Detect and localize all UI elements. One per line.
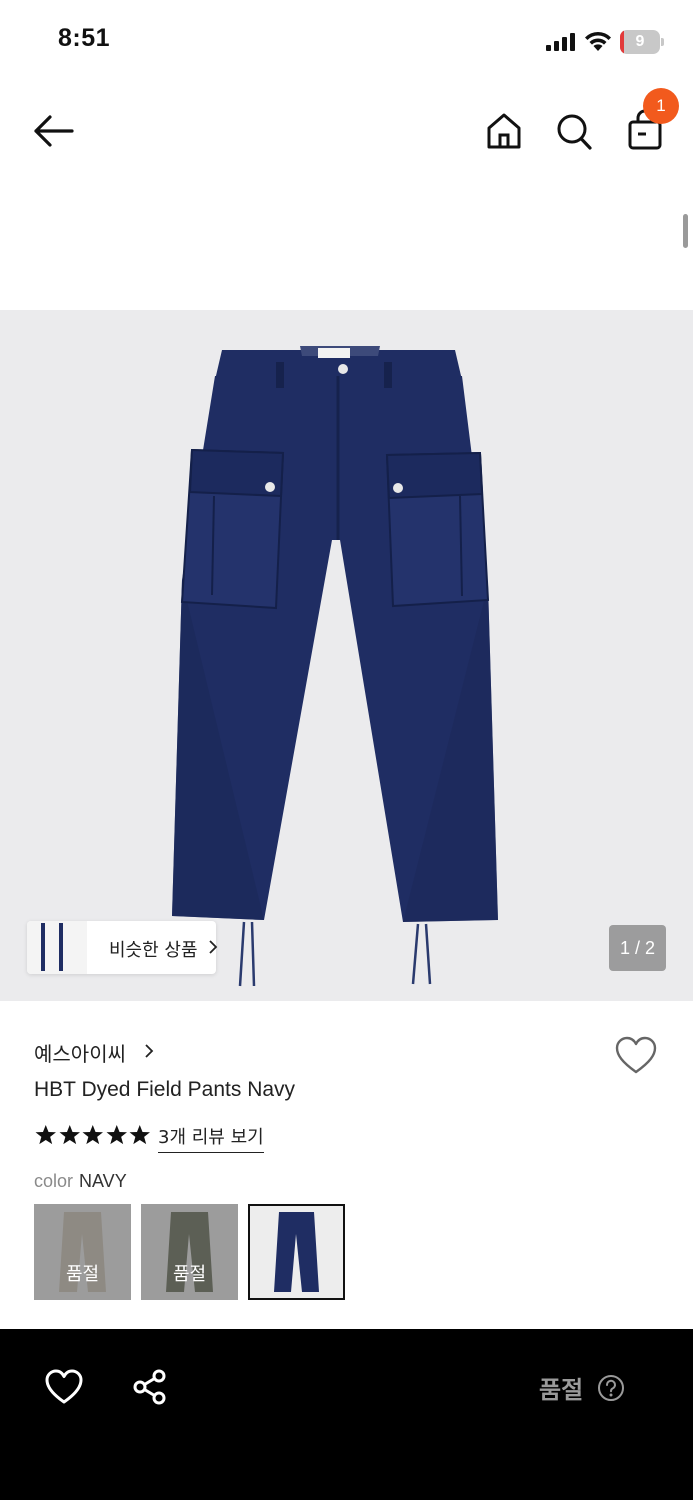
heart-icon[interactable]	[44, 1369, 84, 1405]
color-label: color	[34, 1171, 74, 1191]
color-swatch-navy[interactable]	[248, 1204, 345, 1300]
star-icon	[82, 1124, 103, 1145]
home-icon[interactable]	[484, 110, 524, 152]
brand-link[interactable]: 예스아이씨	[34, 1038, 126, 1067]
bottom-action-bar: 품절	[0, 1329, 693, 1500]
status-time: 8:51	[58, 24, 111, 52]
color-swatch-olive[interactable]: 품절	[141, 1204, 238, 1300]
pants-illustration	[172, 346, 498, 987]
sold-out-label: 품절	[172, 1264, 207, 1285]
similar-thumbnail	[27, 921, 87, 974]
star-icon	[106, 1124, 127, 1145]
star-icon	[35, 1124, 56, 1145]
wishlist-heart-icon[interactable]	[614, 1036, 658, 1076]
color-value: NAVY	[79, 1171, 127, 1191]
similar-products-label: 비슷한 상품	[109, 940, 198, 961]
battery-icon: 9	[620, 30, 664, 54]
status-bar: 8:51 9	[0, 0, 693, 84]
share-icon[interactable]	[132, 1369, 168, 1405]
color-swatch-beige[interactable]: 품절	[34, 1204, 131, 1300]
similar-products-button[interactable]: 비슷한 상품	[27, 921, 218, 974]
rating-stars	[34, 1124, 152, 1148]
sold-out-status: 품절	[539, 1376, 584, 1404]
reviews-link[interactable]: 3개 리뷰 보기	[158, 1123, 264, 1153]
color-row: color NAVY	[34, 1171, 127, 1192]
wifi-icon	[585, 31, 611, 51]
star-icon	[59, 1124, 80, 1145]
sold-out-label: 품절	[65, 1264, 100, 1285]
cart-count-badge: 1	[643, 88, 679, 124]
product-image[interactable]	[0, 310, 693, 1001]
chevron-right-icon	[209, 940, 218, 954]
cellular-signal-icon	[546, 33, 575, 51]
image-page-counter: 1 / 2	[609, 925, 666, 971]
product-title: HBT Dyed Field Pants Navy	[34, 1078, 296, 1101]
search-icon[interactable]	[554, 110, 594, 152]
help-circle-icon[interactable]	[597, 1374, 625, 1402]
back-arrow-icon[interactable]	[30, 110, 78, 152]
scroll-indicator	[683, 214, 688, 248]
top-nav	[0, 84, 693, 180]
battery-level: 9	[635, 33, 645, 50]
star-icon	[129, 1124, 150, 1145]
chevron-right-icon	[145, 1044, 154, 1058]
